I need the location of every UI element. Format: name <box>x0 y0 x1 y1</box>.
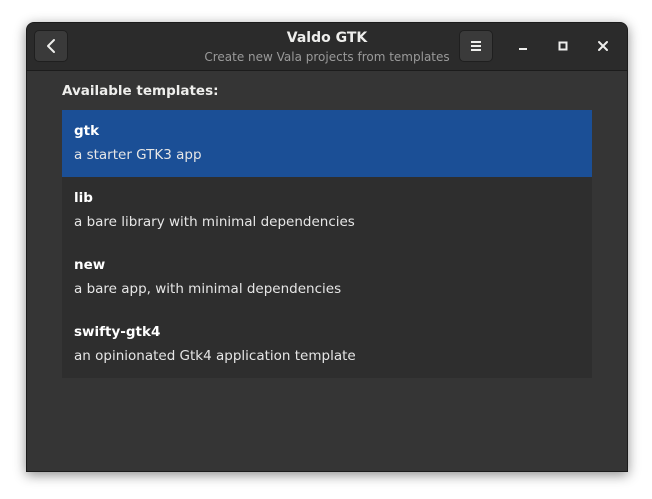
template-name: gtk <box>74 123 100 139</box>
back-button[interactable] <box>34 30 68 62</box>
template-description: a starter GTK3 app <box>74 147 202 163</box>
templates-label: Available templates: <box>62 83 219 99</box>
template-row-lib[interactable]: lib a bare library with minimal dependen… <box>62 177 592 244</box>
template-row-gtk[interactable]: gtk a starter GTK3 app <box>62 110 592 177</box>
maximize-button[interactable] <box>552 35 574 57</box>
window-title: Valdo GTK <box>286 30 368 46</box>
template-name: swifty-gtk4 <box>74 324 161 340</box>
template-description: a bare library with minimal dependencies <box>74 214 355 230</box>
title-box: Valdo GTK Create new Vala projects from … <box>147 29 507 65</box>
go-back-icon <box>47 39 55 53</box>
template-description: a bare app, with minimal dependencies <box>74 281 342 297</box>
template-name: lib <box>74 190 93 206</box>
hamburger-menu-icon <box>471 41 481 51</box>
minimize-icon <box>519 48 527 50</box>
header-bar: Valdo GTK Create new Vala projects from … <box>27 23 627 71</box>
close-icon <box>598 41 608 51</box>
window-subtitle: Create new Vala projects from templates <box>204 50 450 64</box>
main-menu-button[interactable] <box>459 30 493 62</box>
app-window: Valdo GTK Create new Vala projects from … <box>26 22 628 472</box>
template-description: an opinionated Gtk4 application template <box>74 348 356 364</box>
minimize-button[interactable] <box>512 35 534 57</box>
template-row-swifty-gtk4[interactable]: swifty-gtk4 an opinionated Gtk4 applicat… <box>62 311 592 378</box>
template-row-new[interactable]: new a bare app, with minimal dependencie… <box>62 244 592 311</box>
template-name: new <box>74 257 106 273</box>
templates-list: gtk a starter GTK3 app lib a bare librar… <box>62 110 592 378</box>
close-button[interactable] <box>592 35 614 57</box>
maximize-icon <box>558 41 568 51</box>
